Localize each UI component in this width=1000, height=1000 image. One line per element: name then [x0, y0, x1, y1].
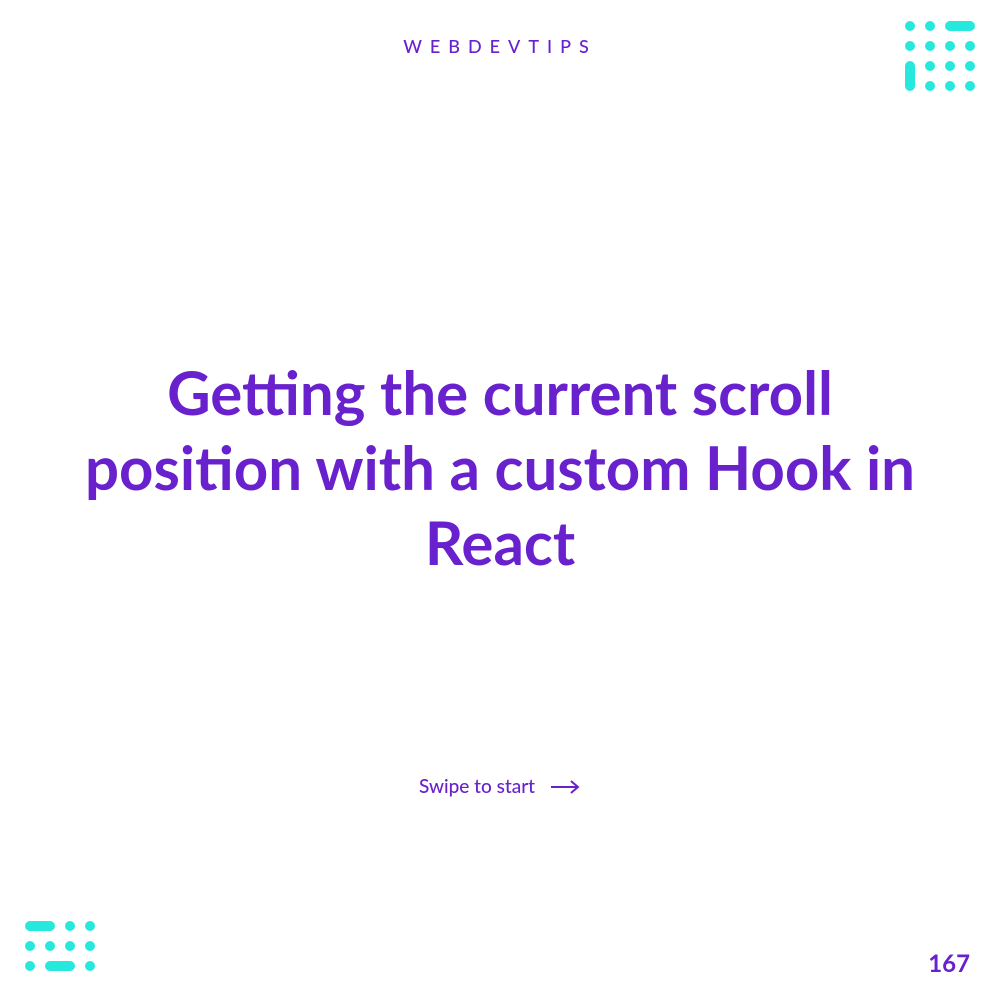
decoration-top-right — [902, 18, 982, 102]
arrow-right-icon — [551, 780, 581, 794]
swipe-cta[interactable]: Swipe to start — [419, 775, 581, 798]
brand-label: WEBDEVTIPS — [403, 35, 597, 57]
page-number: 167 — [928, 949, 970, 978]
swipe-label: Swipe to start — [419, 775, 535, 798]
page-title: Getting the current scroll position with… — [0, 355, 1000, 580]
decoration-bottom-left — [22, 918, 102, 982]
